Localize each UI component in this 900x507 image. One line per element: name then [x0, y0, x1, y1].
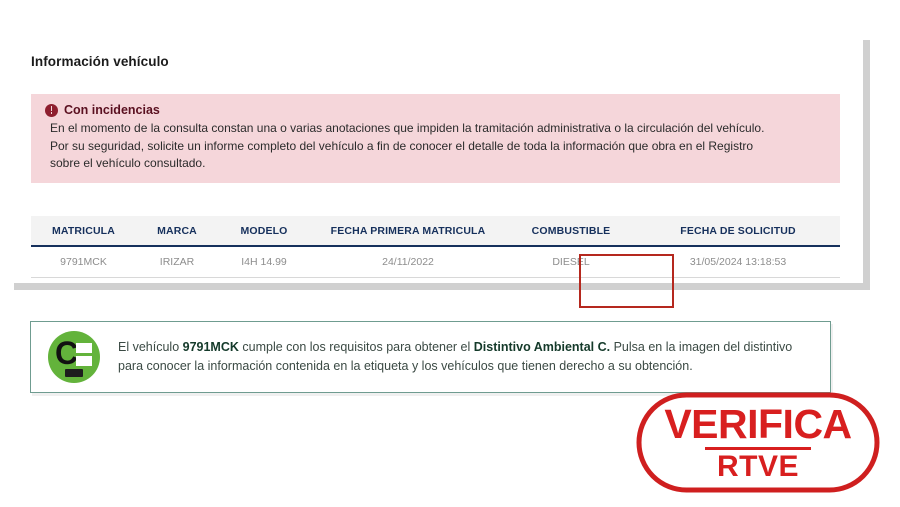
table-row: 9791MCK IRIZAR I4H 14.99 24/11/2022 DIES… [31, 246, 840, 278]
table-header-fecha-solicitud: FECHA DE SOLICITUD [636, 216, 840, 247]
eco-distintivo-name: Distintivo Ambiental C. [473, 340, 611, 354]
stamp-main-text: VERIFICA [664, 400, 852, 447]
eco-plate-number: 9791MCK [182, 340, 239, 354]
alert-title: Con incidencias [64, 103, 160, 117]
incidences-alert: Con incidencias En el momento de la cons… [31, 94, 840, 183]
stamp-sub-text: RTVE [716, 449, 799, 483]
table-header-matricula: MATRICULA [31, 216, 136, 247]
table-header-row: MATRICULA MARCA MODELO FECHA PRIMERA MAT… [31, 216, 840, 247]
distintivo-ambiental-c-icon[interactable]: C [48, 331, 100, 383]
eco-text-part-2: cumple con los requisitos para obtener e… [238, 340, 474, 354]
verifica-rtve-stamp: VERIFICA RTVE [636, 392, 880, 493]
page-title: Información vehículo [31, 54, 169, 69]
exclamation-circle-icon [45, 103, 58, 117]
vehicle-info-card: Información vehículo Con incidencias En … [14, 40, 870, 308]
cell-combustible: DIESEL [506, 246, 636, 278]
alert-header: Con incidencias [45, 103, 826, 117]
table-header-marca: MARCA [136, 216, 218, 247]
cell-marca: IRIZAR [136, 246, 218, 278]
alert-line-3: sobre el vehículo consultado. [50, 156, 206, 170]
environmental-label-card: C El vehículo 9791MCK cumple con los req… [30, 321, 831, 393]
cell-matricula: 9791MCK [31, 246, 136, 278]
cell-fecha-solicitud: 31/05/2024 13:18:53 [636, 246, 840, 278]
badge-plate-top [76, 343, 92, 353]
vehicle-table: MATRICULA MARCA MODELO FECHA PRIMERA MAT… [31, 216, 840, 278]
alert-body: En el momento de la consulta constan una… [50, 120, 826, 173]
table-header-fecha-primera-matricula: FECHA PRIMERA MATRICULA [310, 216, 506, 247]
alert-line-1: En el momento de la consulta constan una… [50, 121, 765, 135]
cell-modelo: I4H 14.99 [218, 246, 310, 278]
eco-text-part-1: El vehículo [118, 340, 183, 354]
table-header-modelo: MODELO [218, 216, 310, 247]
stamp-text-wrap: VERIFICA RTVE [636, 392, 880, 493]
environmental-label-text: El vehículo 9791MCK cumple con los requi… [118, 338, 818, 376]
badge-plate-small [65, 369, 83, 377]
cell-fecha-primera-matricula: 24/11/2022 [310, 246, 506, 278]
alert-line-2: Por su seguridad, solicite un informe co… [50, 138, 754, 153]
table-header-combustible: COMBUSTIBLE [506, 216, 636, 247]
badge-plate-bottom [76, 356, 92, 366]
badge-letter: C [55, 335, 79, 371]
